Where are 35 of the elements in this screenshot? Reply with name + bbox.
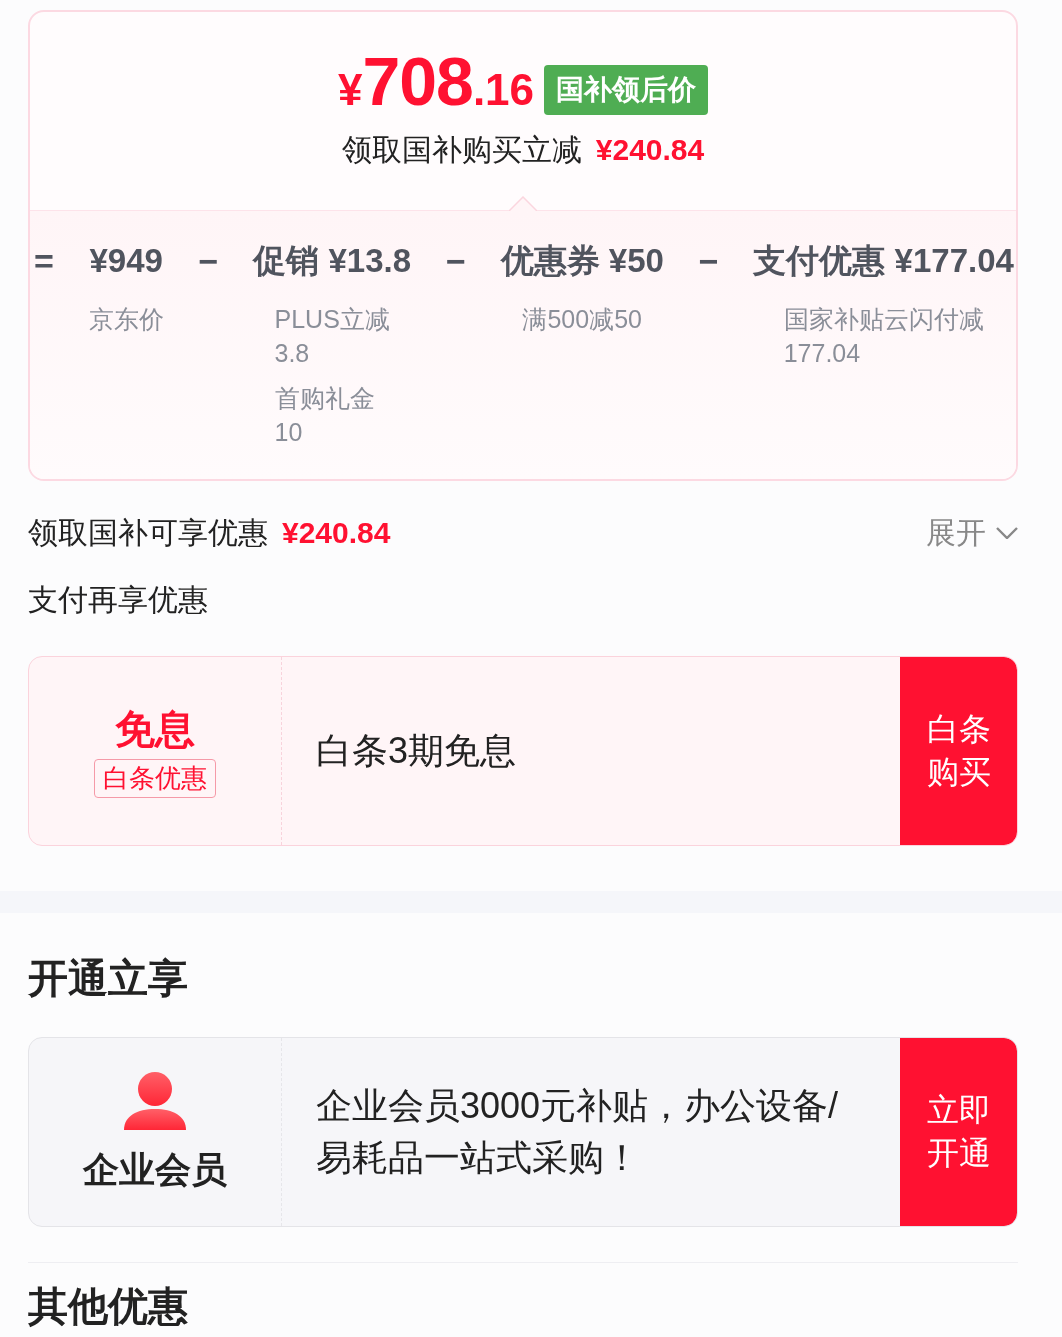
breakdown-value: ¥949 <box>89 241 163 281</box>
note-label: 国家补贴云闪付减 <box>783 304 984 335</box>
price-badge: 国补领后价 <box>544 65 709 115</box>
note-amount: 3.8 <box>274 338 310 369</box>
subsidy-label: 领取国补可享优惠 <box>28 515 268 551</box>
subsidy-amount: ¥240.84 <box>282 515 391 551</box>
breakdown-value: 优惠券 ¥50 <box>500 241 664 281</box>
breakdown-value: 促销 ¥13.8 <box>253 241 412 281</box>
section-title: 支付再享优惠 <box>28 582 209 618</box>
price-value: ¥708.16 <box>337 45 535 121</box>
section-title: 开通立享 <box>28 955 189 1002</box>
note-amount: 177.04 <box>783 338 861 369</box>
note-label: 满500减50 <box>522 304 642 335</box>
breakdown-value: 支付优惠 ¥177.04 <box>753 241 1014 281</box>
discount-caption: 领取国补购买立减 <box>341 132 582 168</box>
member-label: 企业会员 <box>83 1148 227 1192</box>
offer-action-button[interactable]: 立即开通 <box>900 1038 1017 1226</box>
offer-tag: 白条优惠 <box>94 758 216 798</box>
section-title: 其他优惠 <box>28 1283 189 1330</box>
pointer-triangle-icon <box>509 196 537 211</box>
note-label: PLUS立减 <box>274 304 390 335</box>
operator-sign: − <box>445 241 466 282</box>
operator-sign: = <box>34 241 54 282</box>
person-icon <box>123 1072 187 1130</box>
offer-description: 白条3期免息 <box>316 730 517 771</box>
note-label: 首购礼金 <box>274 383 375 414</box>
note-amount: 10 <box>274 417 303 448</box>
expand-toggle[interactable]: 展开 <box>926 511 1018 555</box>
operator-sign: − <box>198 241 219 282</box>
operator-sign: − <box>698 241 719 282</box>
offer-action-button[interactable]: 白条购买 <box>900 657 1017 845</box>
note-label: 京东价 <box>88 304 164 335</box>
offer-description: 企业会员3000元补贴，办公设备/易耗品一站式采购！ <box>316 1085 839 1178</box>
offer-headline: 免息 <box>115 705 195 753</box>
discount-amount: ¥240.84 <box>595 132 705 168</box>
